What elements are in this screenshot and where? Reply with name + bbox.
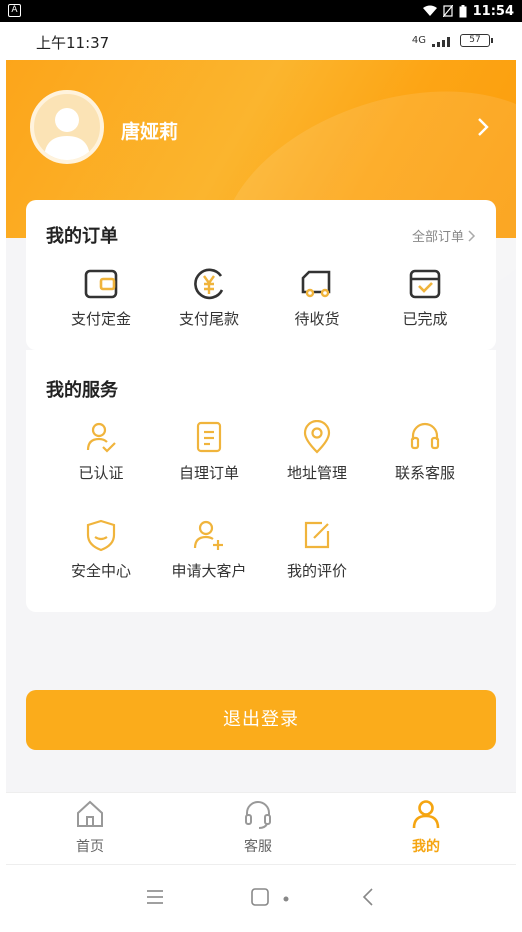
add-user-icon [193,520,223,550]
all-orders-label: 全部订单 [411,230,464,245]
status-time: 上午11:37 [36,34,110,52]
headset-icon [245,801,271,829]
document-icon [196,421,222,453]
phone-status-bar: 上午11:37 4G 57 [6,22,516,60]
chevron-right-icon [468,229,476,242]
logout-button[interactable]: 退出登录 [26,690,496,750]
order-to-receive[interactable]: 待收货 [262,268,372,329]
service-label: 我的评价 [286,562,347,580]
box-check-icon [409,269,441,299]
battery-icon [459,4,467,17]
avatar-person-icon [44,108,90,160]
tab-label: 我的 [412,839,440,855]
order-pay-balance[interactable]: 支付尾款 [154,268,264,329]
signal-icon [432,36,450,47]
avatar[interactable] [30,90,104,164]
tab-mine[interactable]: 我的 [376,799,476,856]
back-icon[interactable] [362,887,374,907]
home-icon [77,800,103,827]
order-label: 已完成 [402,310,448,328]
user-icon [412,800,440,829]
order-label: 支付尾款 [178,310,239,328]
service-address[interactable]: 地址管理 [262,420,372,483]
wifi-icon [422,5,437,16]
headset-icon [410,422,440,450]
system-navigation-bar [6,864,516,930]
shield-icon [86,519,116,552]
service-label: 地址管理 [286,464,347,482]
service-label: 申请大客户 [171,562,247,580]
all-orders-link[interactable]: 全部订单 [412,226,476,245]
user-name: 唐娅莉 [121,121,179,143]
services-title: 我的服务 [46,380,118,401]
service-verified[interactable]: 已认证 [46,420,156,483]
truck-icon [301,270,331,298]
home-square-icon[interactable] [250,887,290,907]
service-reviews[interactable]: 我的评价 [262,518,372,581]
yen-icon [194,268,224,300]
services-card: 我的服务 已认证 自理订单 地址管理 联系客服 安全中心 申请大客户 我的评价 [26,350,496,612]
orders-card: 我的订单 全部订单 支付定金 支付尾款 待收货 已完成 [26,200,496,350]
service-label: 安全中心 [70,562,131,580]
chevron-right-icon[interactable] [474,116,492,138]
tab-service[interactable]: 客服 [208,799,308,856]
service-self-orders[interactable]: 自理订单 [154,420,264,483]
verified-user-icon [86,422,116,453]
system-status-bar: A 11:54 [0,0,522,22]
edit-icon [304,521,330,549]
tab-label: 首页 [76,839,104,855]
location-icon [303,420,331,454]
service-apply-vip[interactable]: 申请大客户 [154,518,264,581]
app-notification-icon: A [8,4,21,17]
network-label: 4G [411,35,426,46]
tab-label: 客服 [244,839,272,855]
service-security[interactable]: 安全中心 [46,518,156,581]
order-label: 支付定金 [70,310,131,328]
battery-level: 57 [460,34,493,47]
system-time: 11:54 [472,3,514,19]
service-label: 联系客服 [394,464,455,482]
order-pay-deposit[interactable]: 支付定金 [46,268,156,329]
tab-home[interactable]: 首页 [40,799,140,856]
order-label: 待收货 [294,310,340,328]
wallet-icon [84,269,118,299]
bottom-tab-bar: 首页 客服 我的 [6,792,516,864]
no-sim-icon [442,5,453,17]
app-screen: 上午11:37 4G 57 唐娅莉 我的订单 全部订单 支付定金 支付尾款 待收… [6,22,516,930]
service-label: 自理订单 [178,464,239,482]
orders-title: 我的订单 [46,226,118,247]
service-label: 已认证 [78,464,124,482]
service-contact[interactable]: 联系客服 [370,420,480,483]
order-completed[interactable]: 已完成 [370,268,480,329]
menu-icon[interactable] [146,889,164,905]
